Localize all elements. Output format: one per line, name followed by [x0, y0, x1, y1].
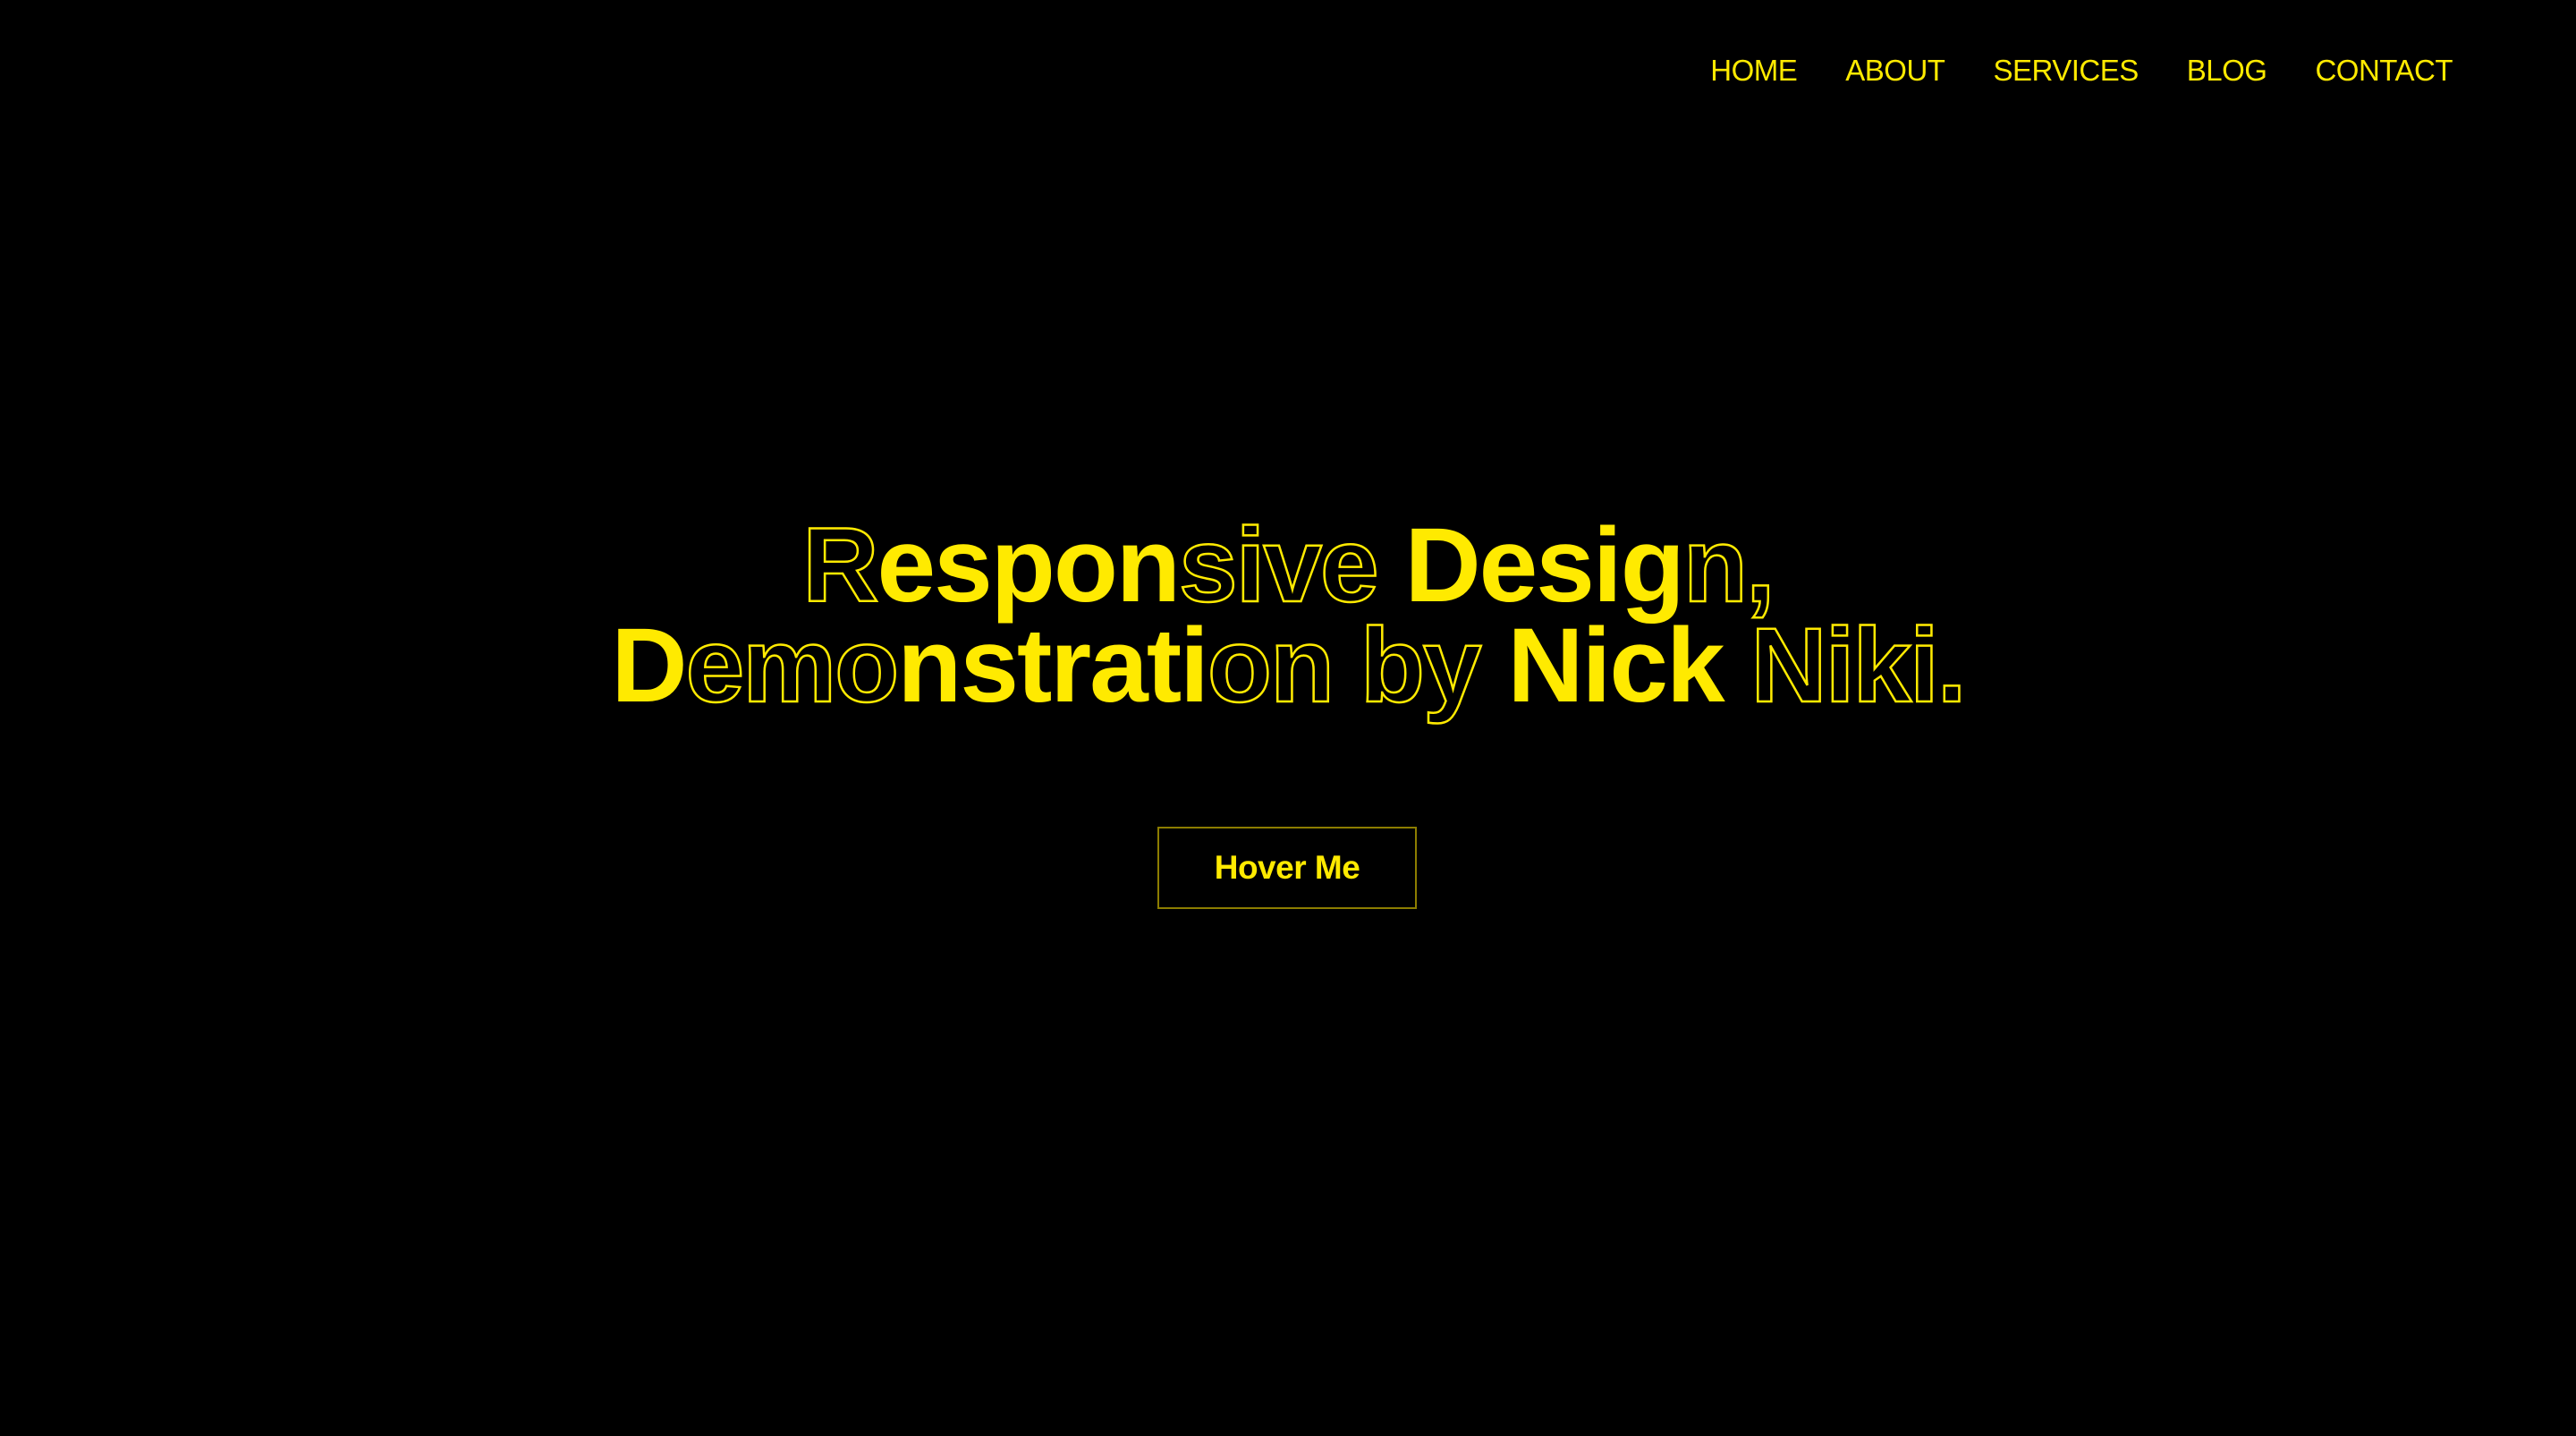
nav-blog-link[interactable]: BLOG — [2187, 55, 2267, 85]
nav-about-link[interactable]: ABOUT — [1845, 55, 1945, 85]
nav-services-link[interactable]: SERVICES — [1993, 55, 2139, 85]
headline-segment: on by — [1207, 607, 1508, 725]
headline-segment: emo — [684, 607, 900, 725]
hover-me-button[interactable]: Hover Me — [1157, 827, 1417, 909]
headline-segment: Nick — [1507, 607, 1751, 725]
headline-line-2: Demonstration by Nick Niki. — [0, 612, 2576, 720]
top-nav: HOME ABOUT SERVICES BLOG CONTACT — [1710, 55, 2453, 85]
hero-headline: Responsive Design, Demonstration by Nick… — [0, 512, 2576, 720]
headline-segment: Niki. — [1750, 607, 1968, 725]
hero-section: Responsive Design, Demonstration by Nick… — [0, 512, 2576, 720]
nav-home-link[interactable]: HOME — [1710, 55, 1798, 85]
headline-segment: D — [611, 607, 687, 725]
nav-contact-link[interactable]: CONTACT — [2315, 55, 2453, 85]
headline-segment: nstrati — [897, 607, 1209, 725]
page: HOME ABOUT SERVICES BLOG CONTACT Respons… — [0, 0, 2576, 1436]
headline-line-1: Responsive Design, — [0, 512, 2576, 620]
